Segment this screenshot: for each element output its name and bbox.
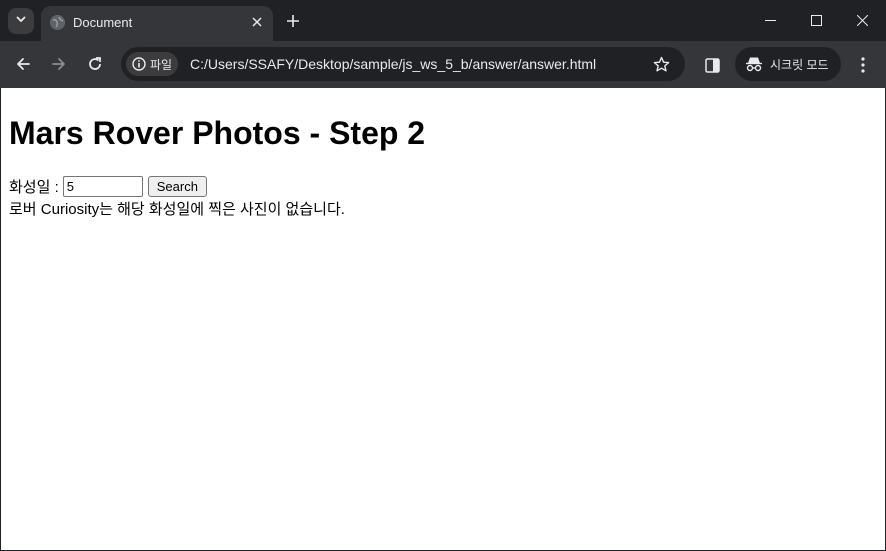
new-tab-button[interactable] — [282, 10, 304, 32]
more-vert-icon — [861, 57, 865, 73]
close-icon — [252, 17, 262, 27]
reload-icon — [89, 57, 101, 70]
info-icon — [132, 57, 146, 71]
forward-button[interactable] — [46, 51, 72, 77]
back-button[interactable] — [10, 51, 36, 77]
search-button[interactable]: Search — [147, 176, 207, 197]
browser-toolbar: 파일 C:/Users/SSAFY/Desktop/sample/js_ws_5… — [0, 41, 886, 88]
url-text[interactable]: C:/Users/SSAFY/Desktop/sample/js_ws_5_b/… — [190, 56, 596, 72]
incognito-label: 시크릿 모드 — [770, 57, 829, 72]
back-icon — [17, 58, 30, 70]
tab-close-button[interactable] — [247, 12, 267, 32]
incognito-icon — [746, 57, 762, 72]
bookmark-button[interactable] — [651, 54, 671, 74]
result-message: 로버 Curiosity는 해당 화성일에 찍은 사진이 없습니다. — [9, 201, 345, 218]
site-info-label: 파일 — [150, 57, 173, 72]
page-viewport: Mars Rover Photos - Step 2 화성일 : Search … — [1, 88, 885, 550]
plus-icon — [287, 15, 299, 27]
active-tab[interactable]: Document — [41, 6, 273, 41]
side-panel-button[interactable] — [700, 53, 724, 77]
tab-strip: Document — [0, 0, 886, 41]
forward-icon — [52, 58, 65, 70]
reload-button[interactable] — [82, 51, 108, 77]
window-close-icon — [856, 14, 868, 26]
window-close-button[interactable] — [839, 0, 885, 40]
tab-title: Document — [73, 15, 133, 30]
sol-search-form: 화성일 : Search — [9, 176, 207, 197]
browser-window: Document 파일 C:/Users/SSAFY/Desktop/sampl… — [0, 0, 886, 551]
globe-icon — [50, 15, 65, 30]
site-info-chip[interactable]: 파일 — [126, 52, 178, 76]
maximize-icon — [810, 14, 822, 26]
incognito-indicator[interactable]: 시크릿 모드 — [735, 47, 841, 81]
star-icon — [653, 56, 669, 71]
sol-input[interactable] — [62, 176, 143, 197]
page-title: Mars Rover Photos - Step 2 — [9, 115, 426, 151]
address-bar[interactable]: 파일 C:/Users/SSAFY/Desktop/sample/js_ws_5… — [121, 47, 685, 81]
browser-menu-button[interactable] — [851, 53, 875, 77]
minimize-icon — [764, 19, 776, 21]
maximize-button[interactable] — [793, 0, 839, 40]
tab-search-button[interactable] — [8, 8, 34, 34]
side-panel-icon — [704, 57, 720, 73]
sol-label: 화성일 : — [9, 179, 59, 196]
tab-search-icon — [15, 12, 27, 30]
minimize-button[interactable] — [747, 0, 793, 40]
